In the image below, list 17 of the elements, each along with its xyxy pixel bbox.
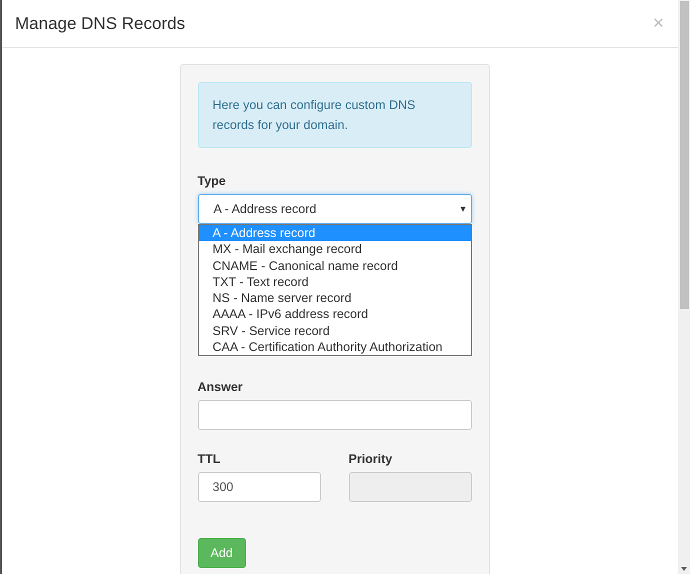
- dropdown-option[interactable]: AAAA - IPv6 address record: [198, 306, 470, 323]
- dropdown-option[interactable]: MX - Mail exchange record: [198, 241, 470, 258]
- field-label: Type: [198, 174, 227, 188]
- field-label: Priority: [348, 452, 394, 466]
- dropdown-option[interactable]: SRV - Service record: [198, 322, 470, 340]
- field-label: TTL: [198, 452, 222, 466]
- field-label: Answer: [198, 380, 244, 394]
- answer-field[interactable]: [198, 400, 472, 430]
- dropdown-option[interactable]: CNAME - Canonical name record: [198, 258, 470, 274]
- dropdown-option[interactable]: CAA - Certification Authority Authorization: [198, 339, 470, 356]
- dropdown-option[interactable]: NS - Name server record: [198, 290, 470, 306]
- type-select[interactable]: A - Address record ▾: [198, 194, 472, 224]
- dropdown-option[interactable]: TXT - Text record: [198, 274, 470, 290]
- ttl-field[interactable]: 300: [198, 472, 320, 502]
- scrollbar[interactable]: [678, 0, 690, 574]
- info-alert: Here you can configure custom DNS records for your domain.: [198, 82, 472, 148]
- modal-title: Manage DNS Records: [15, 14, 186, 34]
